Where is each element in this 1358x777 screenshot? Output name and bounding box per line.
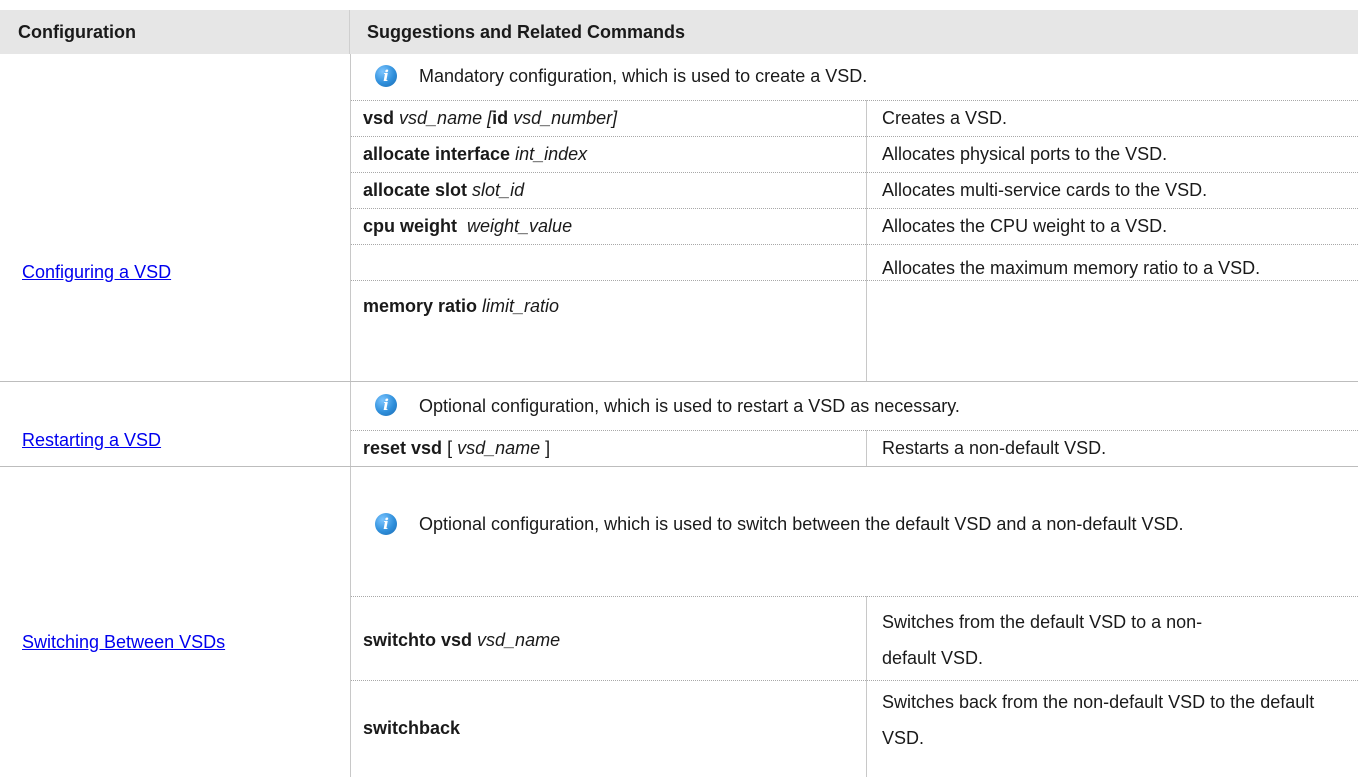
section-divider-1 bbox=[0, 381, 1358, 382]
link-configuring-a-vsd[interactable]: Configuring a VSD bbox=[22, 262, 171, 283]
command-description: Allocates the CPU weight to a VSD. bbox=[882, 216, 1168, 236]
info-icon: i bbox=[375, 513, 397, 535]
command-allocate-interface: allocate interface int_index bbox=[363, 144, 588, 164]
command-description: Allocates physical ports to the VSD. bbox=[882, 144, 1168, 164]
command-desc-divider-3 bbox=[866, 596, 867, 777]
command-switchback: switchback bbox=[363, 718, 461, 738]
link-switching-between-vsds[interactable]: Switching Between VSDs bbox=[22, 632, 225, 653]
section-note: Optional configuration, which is used to… bbox=[419, 396, 960, 416]
link-restarting-a-vsd[interactable]: Restarting a VSD bbox=[22, 430, 161, 451]
section-note: Optional configuration, which is used to… bbox=[419, 514, 1184, 534]
command-description: Restarts a non-default VSD. bbox=[882, 438, 1107, 458]
command-vsd: vsd vsd_name [id vsd_number] bbox=[363, 108, 618, 128]
row-divider bbox=[351, 680, 1358, 681]
column-header-configuration: Configuration bbox=[0, 10, 350, 54]
command-description: Switches from the default VSD to a non-d… bbox=[882, 612, 1203, 668]
column-header-suggestions: Suggestions and Related Commands bbox=[350, 10, 1358, 54]
command-description: Switches back from the non-default VSD t… bbox=[882, 692, 1315, 748]
command-memory-ratio: memory ratio limit_ratio bbox=[363, 296, 560, 316]
command-switchto-vsd: switchto vsd vsd_name bbox=[363, 630, 561, 650]
command-description: Allocates multi-service cards to the VSD… bbox=[882, 180, 1208, 200]
info-icon: i bbox=[375, 65, 397, 87]
section-note: Mandatory configuration, which is used t… bbox=[419, 66, 868, 86]
command-description: Creates a VSD. bbox=[882, 108, 1008, 128]
command-reset-vsd: reset vsd [ vsd_name ] bbox=[363, 438, 551, 458]
command-cpu-weight: cpu weight weight_value bbox=[363, 216, 573, 236]
command-desc-divider-2 bbox=[866, 430, 867, 466]
row-divider bbox=[351, 244, 1358, 245]
info-icon: i bbox=[375, 394, 397, 416]
row-divider bbox=[351, 596, 1358, 597]
command-desc-divider-1 bbox=[866, 100, 867, 381]
command-allocate-slot: allocate slot slot_id bbox=[363, 180, 525, 200]
command-description: Allocates the maximum memory ratio to a … bbox=[882, 258, 1261, 278]
column-divider bbox=[350, 54, 351, 777]
section-divider-2 bbox=[0, 466, 1358, 467]
